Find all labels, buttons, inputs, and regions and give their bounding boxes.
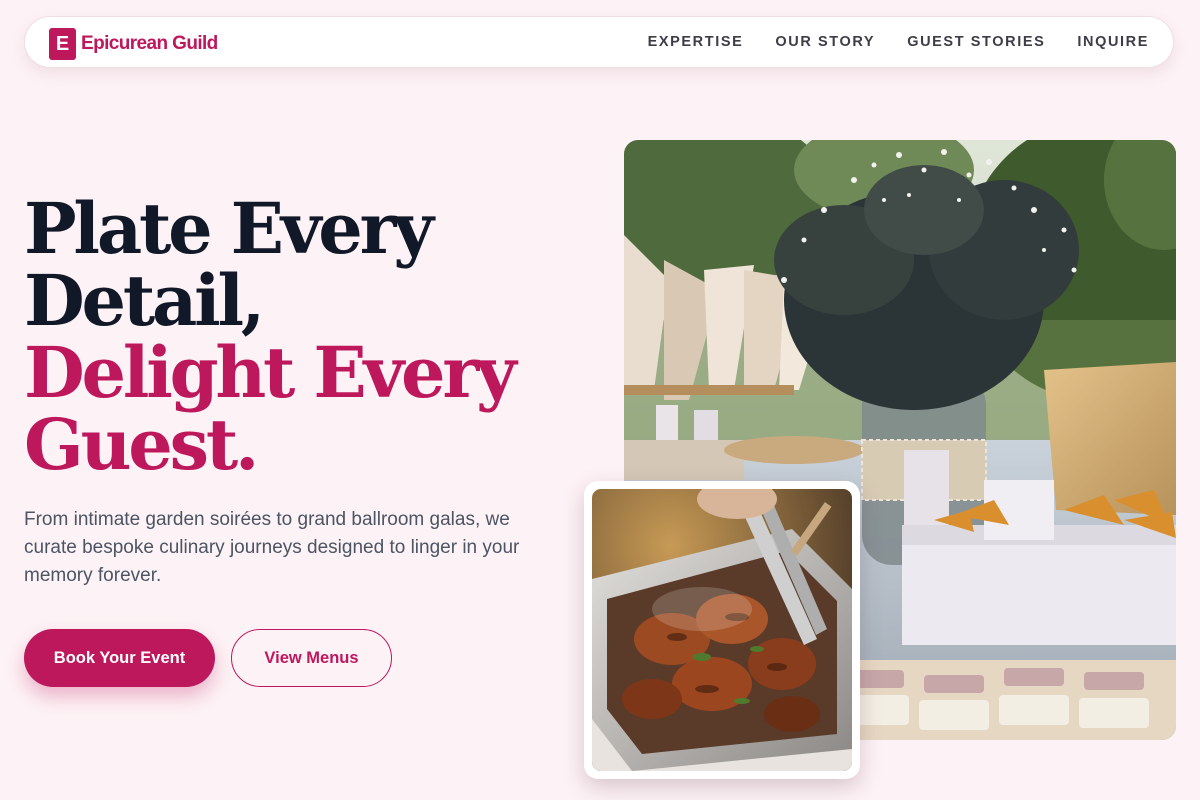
nav-link-inquire[interactable]: INQUIRE [1077, 33, 1149, 51]
headline-line-1: Plate Every [24, 187, 434, 270]
headline-line-3: Delight Every [24, 331, 517, 414]
grilled-dish-illustration [592, 489, 852, 771]
book-event-button[interactable]: Book Your Event [24, 629, 215, 687]
brand-badge-icon: E [49, 28, 76, 60]
nav-links: EXPERTISE OUR STORY GUEST STORIES INQUIR… [616, 33, 1149, 51]
nav-link-expertise[interactable]: EXPERTISE [648, 33, 744, 51]
hero-dish-image-frame [584, 481, 860, 779]
nav-link-guest-stories[interactable]: GUEST STORIES [907, 33, 1045, 51]
brand-name: Epicurean Guild [81, 33, 218, 54]
grilled-dish-image [592, 489, 852, 771]
brand-logo[interactable]: E Epicurean Guild [49, 28, 218, 60]
headline-line-2: Detail, [24, 259, 265, 342]
top-navbar: E Epicurean Guild EXPERTISE OUR STORY GU… [24, 16, 1174, 68]
headline-line-4: Guest. [24, 403, 259, 486]
view-menus-button[interactable]: View Menus [231, 629, 392, 687]
hero-headline: Plate Every Detail, Delight Every Guest. [24, 187, 517, 486]
nav-link-our-story[interactable]: OUR STORY [775, 33, 875, 51]
hero-description: From intimate garden soirées to grand ba… [24, 509, 520, 586]
